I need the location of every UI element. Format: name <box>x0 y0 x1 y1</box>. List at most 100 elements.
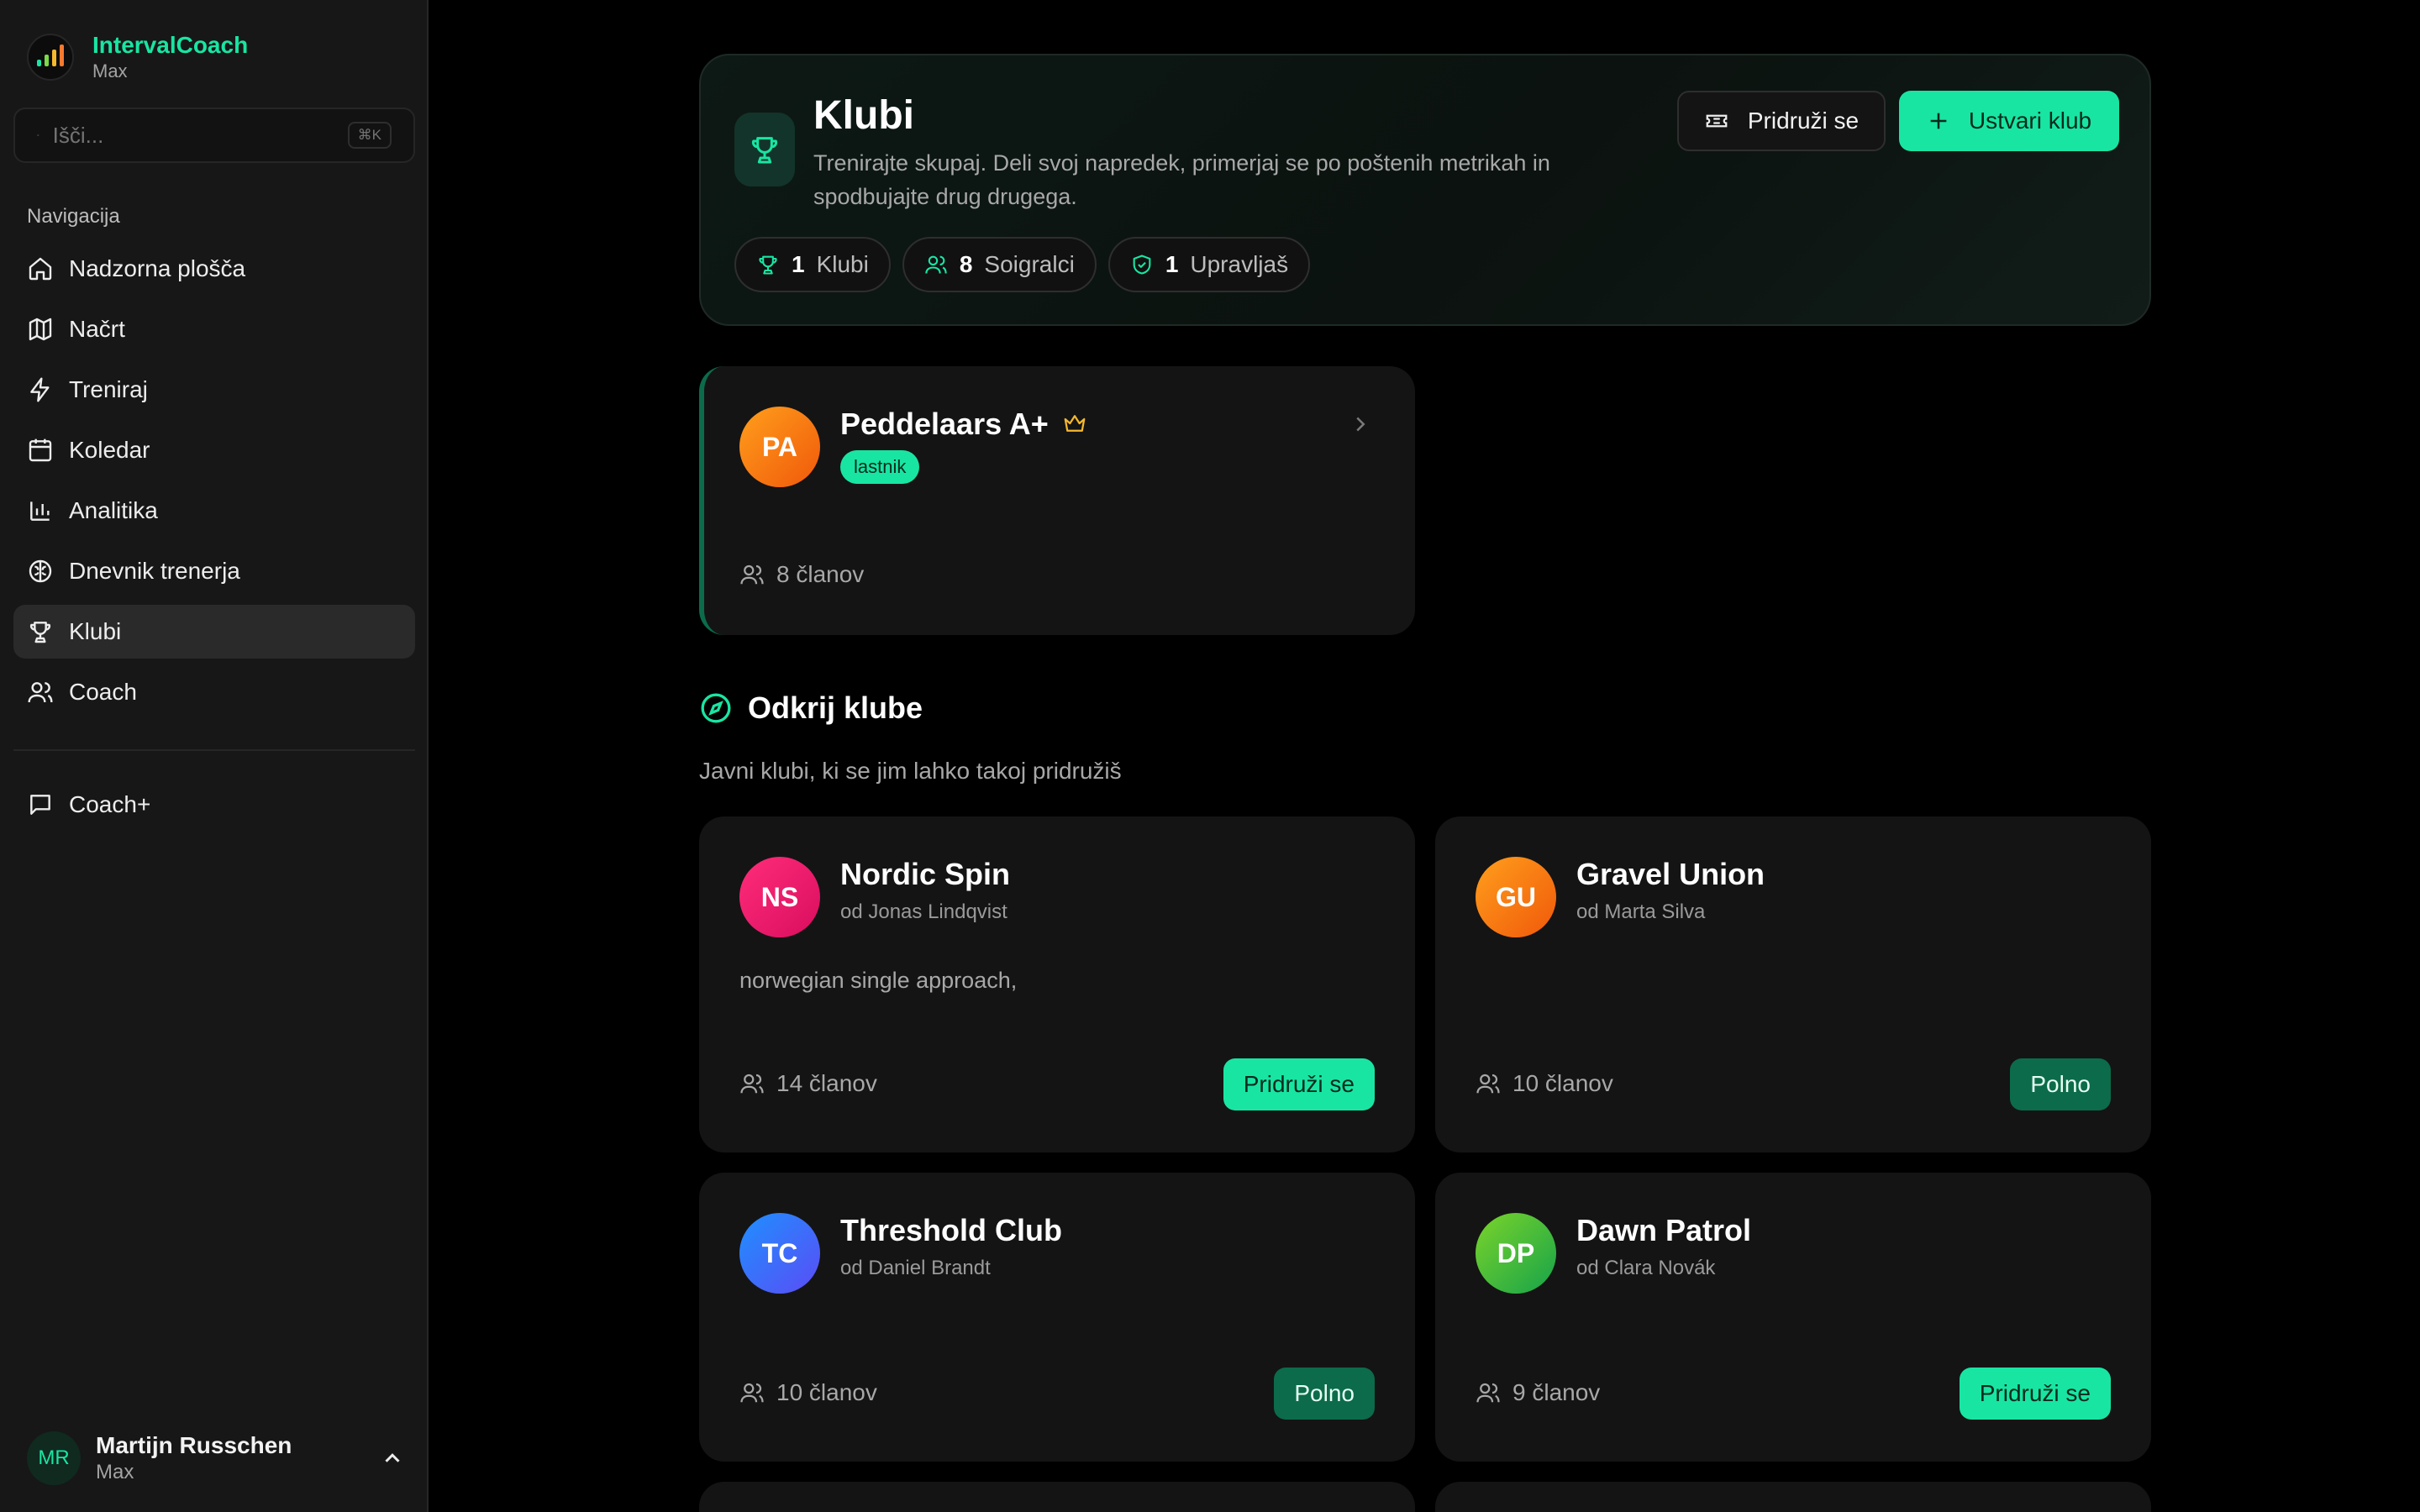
club-name: Dawn Patrol <box>1576 1213 1752 1247</box>
stat-label: Soigralci <box>984 251 1075 277</box>
chevron-right-icon[interactable] <box>1348 412 1373 437</box>
discover-title: Odkrij klube <box>699 690 923 726</box>
club-name-text: Peddelaars A+ <box>840 407 1049 441</box>
members-count: 10 članov <box>1476 1070 1613 1097</box>
plus-icon <box>1930 113 1947 129</box>
users-icon <box>740 1383 764 1403</box>
sidebar: IntervalCoach Max ⌘K Navigacija Nadzorna… <box>0 0 429 1512</box>
nav-label: Coach <box>69 679 137 705</box>
nav-label: Treniraj <box>69 376 148 402</box>
club-avatar: NS <box>739 857 820 937</box>
user-menu[interactable]: MR Martijn Russchen Max <box>27 1428 405 1488</box>
clubs-hero: Klubi Trenirajte skupaj. Deli svoj napre… <box>699 54 2151 326</box>
stats-row: 1 Klubi 8 Soigralci 1 Upravljaš <box>734 237 1311 292</box>
chevron-up-icon[interactable] <box>380 1446 405 1471</box>
club-card[interactable]: TC Threshold Club od Daniel Brandt 10 čl… <box>699 1173 1415 1462</box>
nav-item-clubs[interactable]: Klubi <box>13 605 415 659</box>
nav-label: Nadzorna plošča <box>69 255 246 281</box>
club-card[interactable]: GU Gravel Union od Marta Silva 10 članov… <box>1435 816 2151 1152</box>
map-icon <box>29 318 52 341</box>
club-card[interactable]: NS Nordic Spin od Jonas Lindqvist norweg… <box>699 816 1415 1152</box>
club-card[interactable]: DP Dawn Patrol od Clara Novák 9 članov P… <box>1435 1173 2151 1462</box>
ticket-icon <box>1706 114 1728 128</box>
users-icon <box>28 682 53 703</box>
club-name: Nordic Spin <box>840 857 1011 891</box>
users-icon <box>1476 1383 1500 1403</box>
stat-value: 1 <box>1165 251 1179 277</box>
nav-item-coach-plus[interactable]: Coach+ <box>13 778 415 832</box>
trophy-icon <box>759 255 777 275</box>
nav-item-plan[interactable]: Načrt <box>13 302 415 356</box>
nav-item-calendar[interactable]: Koledar <box>13 423 415 477</box>
members-count: 10 članov <box>739 1379 877 1406</box>
full-button[interactable]: Polno <box>2010 1058 2111 1110</box>
members-label: 10 članov <box>1512 1070 1613 1096</box>
compass-icon <box>701 693 731 723</box>
club-owner: od Daniel Brandt <box>840 1257 991 1279</box>
join-club-button[interactable]: Pridruži se <box>1677 91 1886 151</box>
chat-icon <box>30 795 50 815</box>
join-button[interactable]: Pridruži se <box>1223 1058 1375 1110</box>
members-count: 14 članov <box>739 1070 877 1097</box>
nav-label: Coach+ <box>69 791 151 817</box>
members-count: 8 članov <box>739 561 864 588</box>
full-button[interactable]: Polno <box>1274 1368 1375 1420</box>
bolt-icon <box>30 377 50 402</box>
sidebar-divider <box>13 749 415 751</box>
nav-label: Klubi <box>69 618 122 644</box>
user-subtitle: Max <box>96 1461 134 1483</box>
stat-teammates: 8 Soigralci <box>902 237 1097 292</box>
members-count: 9 članov <box>1476 1379 1600 1406</box>
nav-title: Navigacija <box>27 205 120 228</box>
trophy-icon <box>734 113 795 186</box>
members-label: 9 članov <box>1512 1379 1601 1405</box>
calendar-icon <box>29 438 52 462</box>
nav-label: Načrt <box>69 316 125 342</box>
brand[interactable]: IntervalCoach Max <box>27 27 248 87</box>
create-club-label: Ustvari klub <box>1968 108 2092 134</box>
user-name: Martijn Russchen <box>96 1432 292 1458</box>
nav-item-coach[interactable]: Coach <box>13 665 415 719</box>
users-icon <box>1476 1074 1500 1094</box>
members-label: 8 članov <box>776 561 865 587</box>
discover-title-text: Odkrij klube <box>748 690 923 725</box>
nav-item-train[interactable]: Treniraj <box>13 363 415 417</box>
club-owner: od Jonas Lindqvist <box>840 900 1007 923</box>
members-label: 10 članov <box>776 1379 877 1405</box>
club-avatar: GU <box>1476 857 1556 937</box>
search-box[interactable]: ⌘K <box>13 108 415 163</box>
logo-icon <box>27 34 74 81</box>
club-description: norwegian single approach, <box>739 968 1018 993</box>
club-avatar: PA <box>739 407 820 487</box>
club-card-partial[interactable] <box>1435 1482 2151 1512</box>
nav-list: Nadzorna plošča Načrt Treniraj Koledar A… <box>13 242 415 726</box>
avatar: MR <box>27 1431 81 1485</box>
page-title: Klubi <box>813 93 914 138</box>
stat-value: 1 <box>792 251 805 277</box>
club-card-partial[interactable] <box>699 1482 1415 1512</box>
shield-check-icon <box>1133 255 1151 275</box>
users-icon <box>925 255 947 274</box>
create-club-button[interactable]: Ustvari klub <box>1899 91 2119 151</box>
club-name: Gravel Union <box>1576 857 1765 891</box>
app-name: IntervalCoach <box>92 32 249 58</box>
my-club-card[interactable]: PA Peddelaars A+ lastnik 8 članov <box>699 366 1415 635</box>
crown-icon <box>1064 415 1086 432</box>
stat-managed: 1 Upravljaš <box>1107 237 1311 292</box>
join-button[interactable]: Pridruži se <box>1959 1368 2111 1420</box>
nav-item-dashboard[interactable]: Nadzorna plošča <box>13 242 415 296</box>
nav-label: Analitika <box>69 497 158 523</box>
role-badge: lastnik <box>840 450 920 484</box>
page-description: Trenirajte skupaj. Deli svoj napredek, p… <box>813 150 1550 209</box>
nav-item-coach-log[interactable]: Dnevnik trenerja <box>13 544 415 598</box>
trophy-icon <box>29 622 51 643</box>
members-label: 14 članov <box>776 1070 877 1096</box>
join-club-label: Pridruži se <box>1747 108 1860 134</box>
search-shortcut: ⌘K <box>347 122 392 149</box>
search-input[interactable] <box>52 122 334 149</box>
search-icon <box>37 134 39 137</box>
nav-item-analytics[interactable]: Analitika <box>13 484 415 538</box>
club-owner: od Marta Silva <box>1576 900 1706 923</box>
stat-label: Upravljaš <box>1190 251 1289 277</box>
home-icon <box>29 257 52 281</box>
